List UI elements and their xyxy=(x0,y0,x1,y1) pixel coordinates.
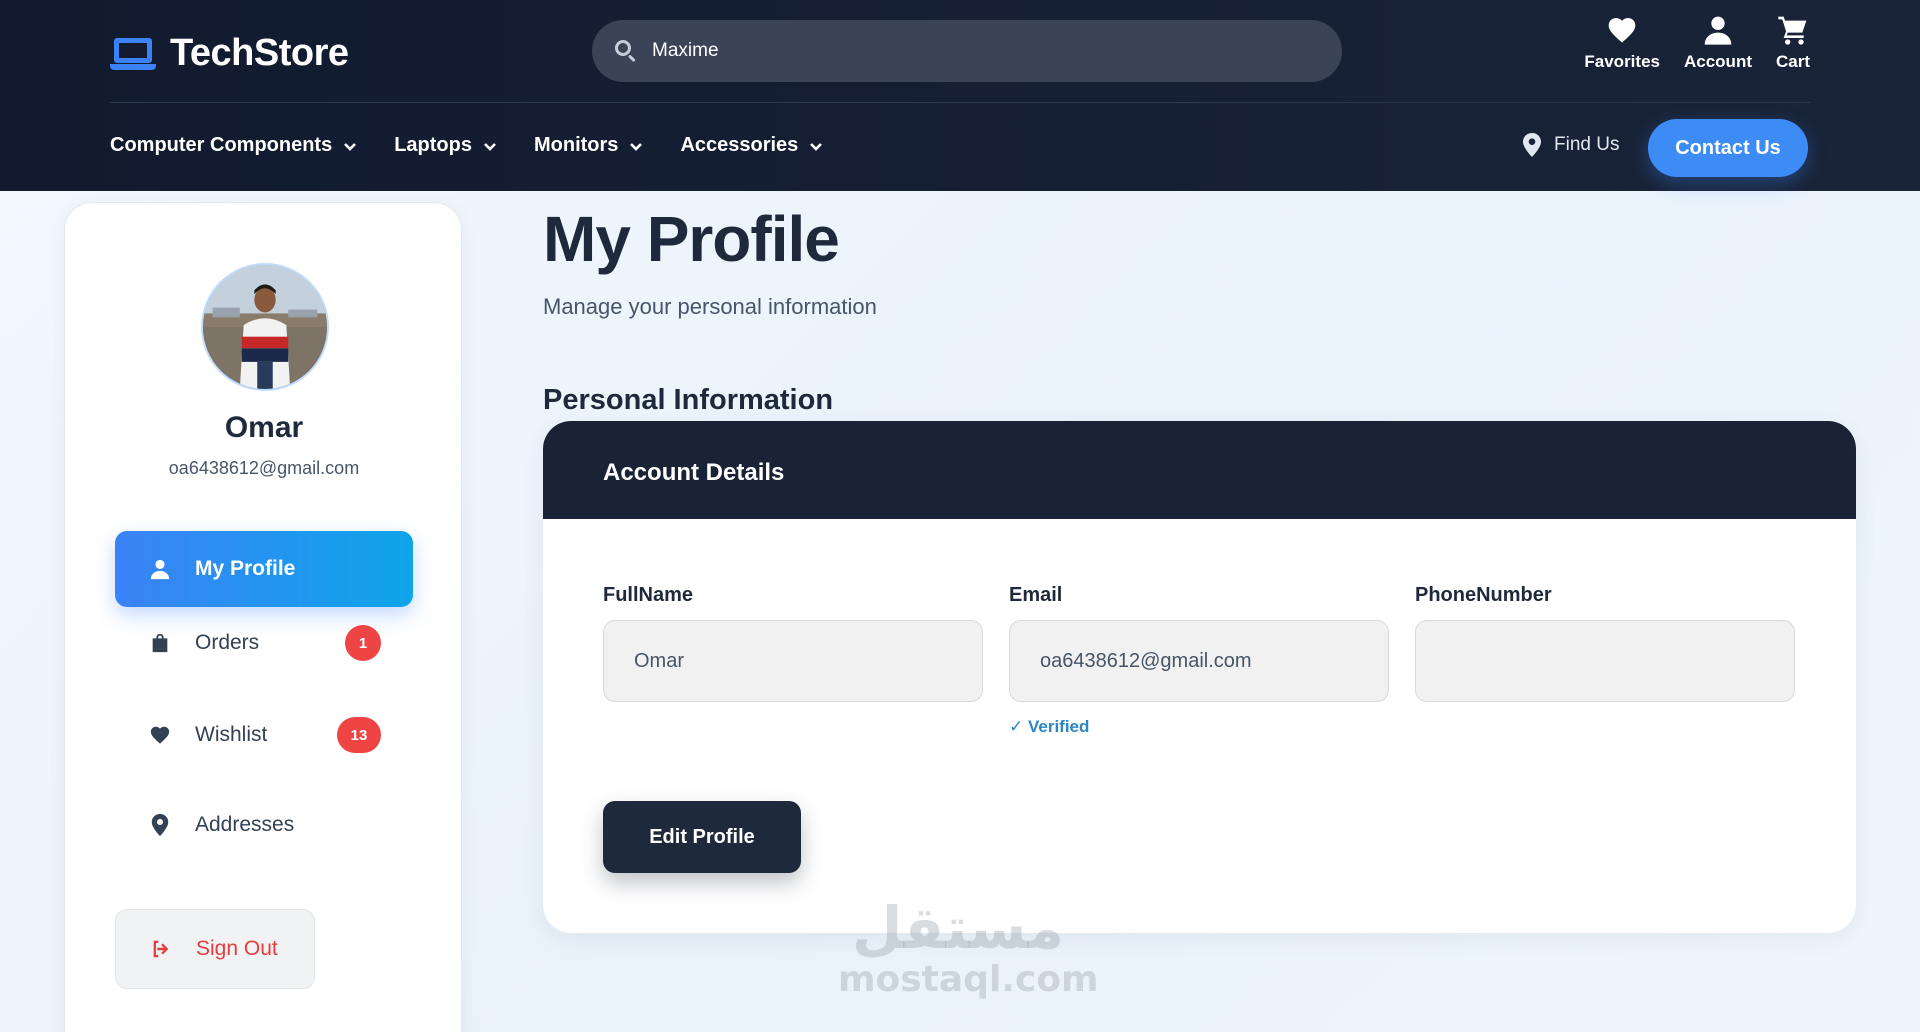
edit-profile-button[interactable]: Edit Profile xyxy=(603,801,801,873)
sidebar-item-label: Orders xyxy=(195,631,260,654)
avatar xyxy=(201,263,329,391)
watermark-arabic: مستقل xyxy=(851,894,1065,962)
nav-item-label: Accessories xyxy=(680,134,799,156)
email-input[interactable] xyxy=(1009,620,1389,702)
sign-out-label: Sign Out xyxy=(196,937,278,960)
top-actions: Favorites Account Cart xyxy=(1584,14,1810,72)
user-email: oa6438612@gmail.com xyxy=(168,458,360,478)
user-name: Omar xyxy=(224,411,304,444)
account-button[interactable]: Account xyxy=(1684,14,1752,72)
sign-out-button[interactable]: Sign Out xyxy=(115,909,315,989)
sidebar-item-orders[interactable]: Orders 1 xyxy=(115,605,413,681)
laptop-icon xyxy=(110,37,156,70)
cart-icon xyxy=(1778,16,1807,45)
phone-label: PhoneNumber xyxy=(1415,584,1552,606)
favorites-label: Favorites xyxy=(1584,52,1660,71)
avatar-photo xyxy=(203,265,327,389)
nav-item-accessories[interactable]: Accessories xyxy=(680,134,824,157)
cart-button[interactable]: Cart xyxy=(1776,14,1810,72)
email-verified-status: ✓ Verified xyxy=(1009,717,1090,736)
page-subtitle: Manage your personal information xyxy=(543,294,877,319)
nav-item-label: Computer Components xyxy=(110,134,333,156)
sign-out-icon xyxy=(153,940,169,958)
chevron-down-icon xyxy=(630,142,643,151)
sidebar-item-label: Wishlist xyxy=(195,723,268,746)
email-label: Email xyxy=(1009,584,1063,606)
phone-field: PhoneNumber xyxy=(1415,584,1795,702)
map-pin-icon xyxy=(151,814,169,836)
phone-input[interactable] xyxy=(1415,620,1795,702)
nav-item-computer-components[interactable]: Computer Components xyxy=(110,134,358,157)
chevron-down-icon xyxy=(484,142,496,151)
card-header: Account Details xyxy=(543,421,1856,519)
account-label: Account xyxy=(1683,52,1752,71)
nav-menu: Computer Components Laptops Monitors Acc… xyxy=(110,134,824,157)
section-title: Personal Information xyxy=(543,384,834,416)
nav-item-laptops[interactable]: Laptops xyxy=(394,134,498,157)
wishlist-count-badge: 13 xyxy=(337,717,381,753)
main-nav: Computer Components Laptops Monitors Acc… xyxy=(110,103,1810,191)
sidebar-item-addresses[interactable]: Addresses xyxy=(115,787,413,863)
watermark-latin: mostaql.com xyxy=(838,959,1099,1000)
sidebar-item-my-profile[interactable]: My Profile xyxy=(115,531,413,607)
favorites-button[interactable]: Favorites xyxy=(1584,14,1660,72)
find-us-link[interactable]: Find Us xyxy=(1522,133,1619,157)
search-input[interactable] xyxy=(652,40,1312,62)
fullname-field: FullName xyxy=(603,584,983,702)
page-title: My Profile xyxy=(543,203,840,275)
search-icon xyxy=(614,39,638,63)
logo[interactable]: TechStore xyxy=(110,32,349,75)
site-header: TechStore Favorites Account Cart Comput xyxy=(0,0,1920,191)
card-title: Account Details xyxy=(603,459,785,486)
sidebar-item-wishlist[interactable]: Wishlist 13 xyxy=(115,697,413,773)
contact-us-button[interactable]: Contact Us xyxy=(1648,119,1808,177)
nav-item-label: Laptops xyxy=(394,134,472,156)
header-top-bar: TechStore Favorites Account Cart xyxy=(110,0,1810,103)
fullname-input[interactable] xyxy=(603,620,983,702)
fullname-label: FullName xyxy=(603,584,694,606)
sidebar-item-label: Addresses xyxy=(195,813,295,836)
sidebar-item-label: My Profile xyxy=(195,557,296,580)
profile-sidebar: Omar oa6438612@gmail.com My Profile Orde… xyxy=(64,202,462,1032)
watermark: مستقل mostaql.com xyxy=(838,894,1099,1000)
account-details-card: Account Details FullName Email PhoneNumb… xyxy=(543,421,1856,933)
find-us-label: Find Us xyxy=(1554,134,1620,155)
chevron-down-icon xyxy=(810,142,823,151)
user-icon xyxy=(150,559,170,580)
email-field: Email xyxy=(1009,584,1389,702)
orders-count-badge: 1 xyxy=(345,625,381,661)
cart-label: Cart xyxy=(1775,52,1810,71)
user-icon xyxy=(1704,16,1732,45)
brand-name: TechStore xyxy=(170,32,349,74)
map-pin-icon xyxy=(1523,133,1541,157)
nav-item-monitors[interactable]: Monitors xyxy=(534,134,644,157)
heart-icon xyxy=(150,726,170,744)
nav-item-label: Monitors xyxy=(534,134,619,156)
shopping-bag-icon xyxy=(152,633,168,653)
chevron-down-icon xyxy=(344,142,357,151)
search-bar[interactable] xyxy=(592,20,1342,82)
heart-icon xyxy=(1608,18,1636,43)
